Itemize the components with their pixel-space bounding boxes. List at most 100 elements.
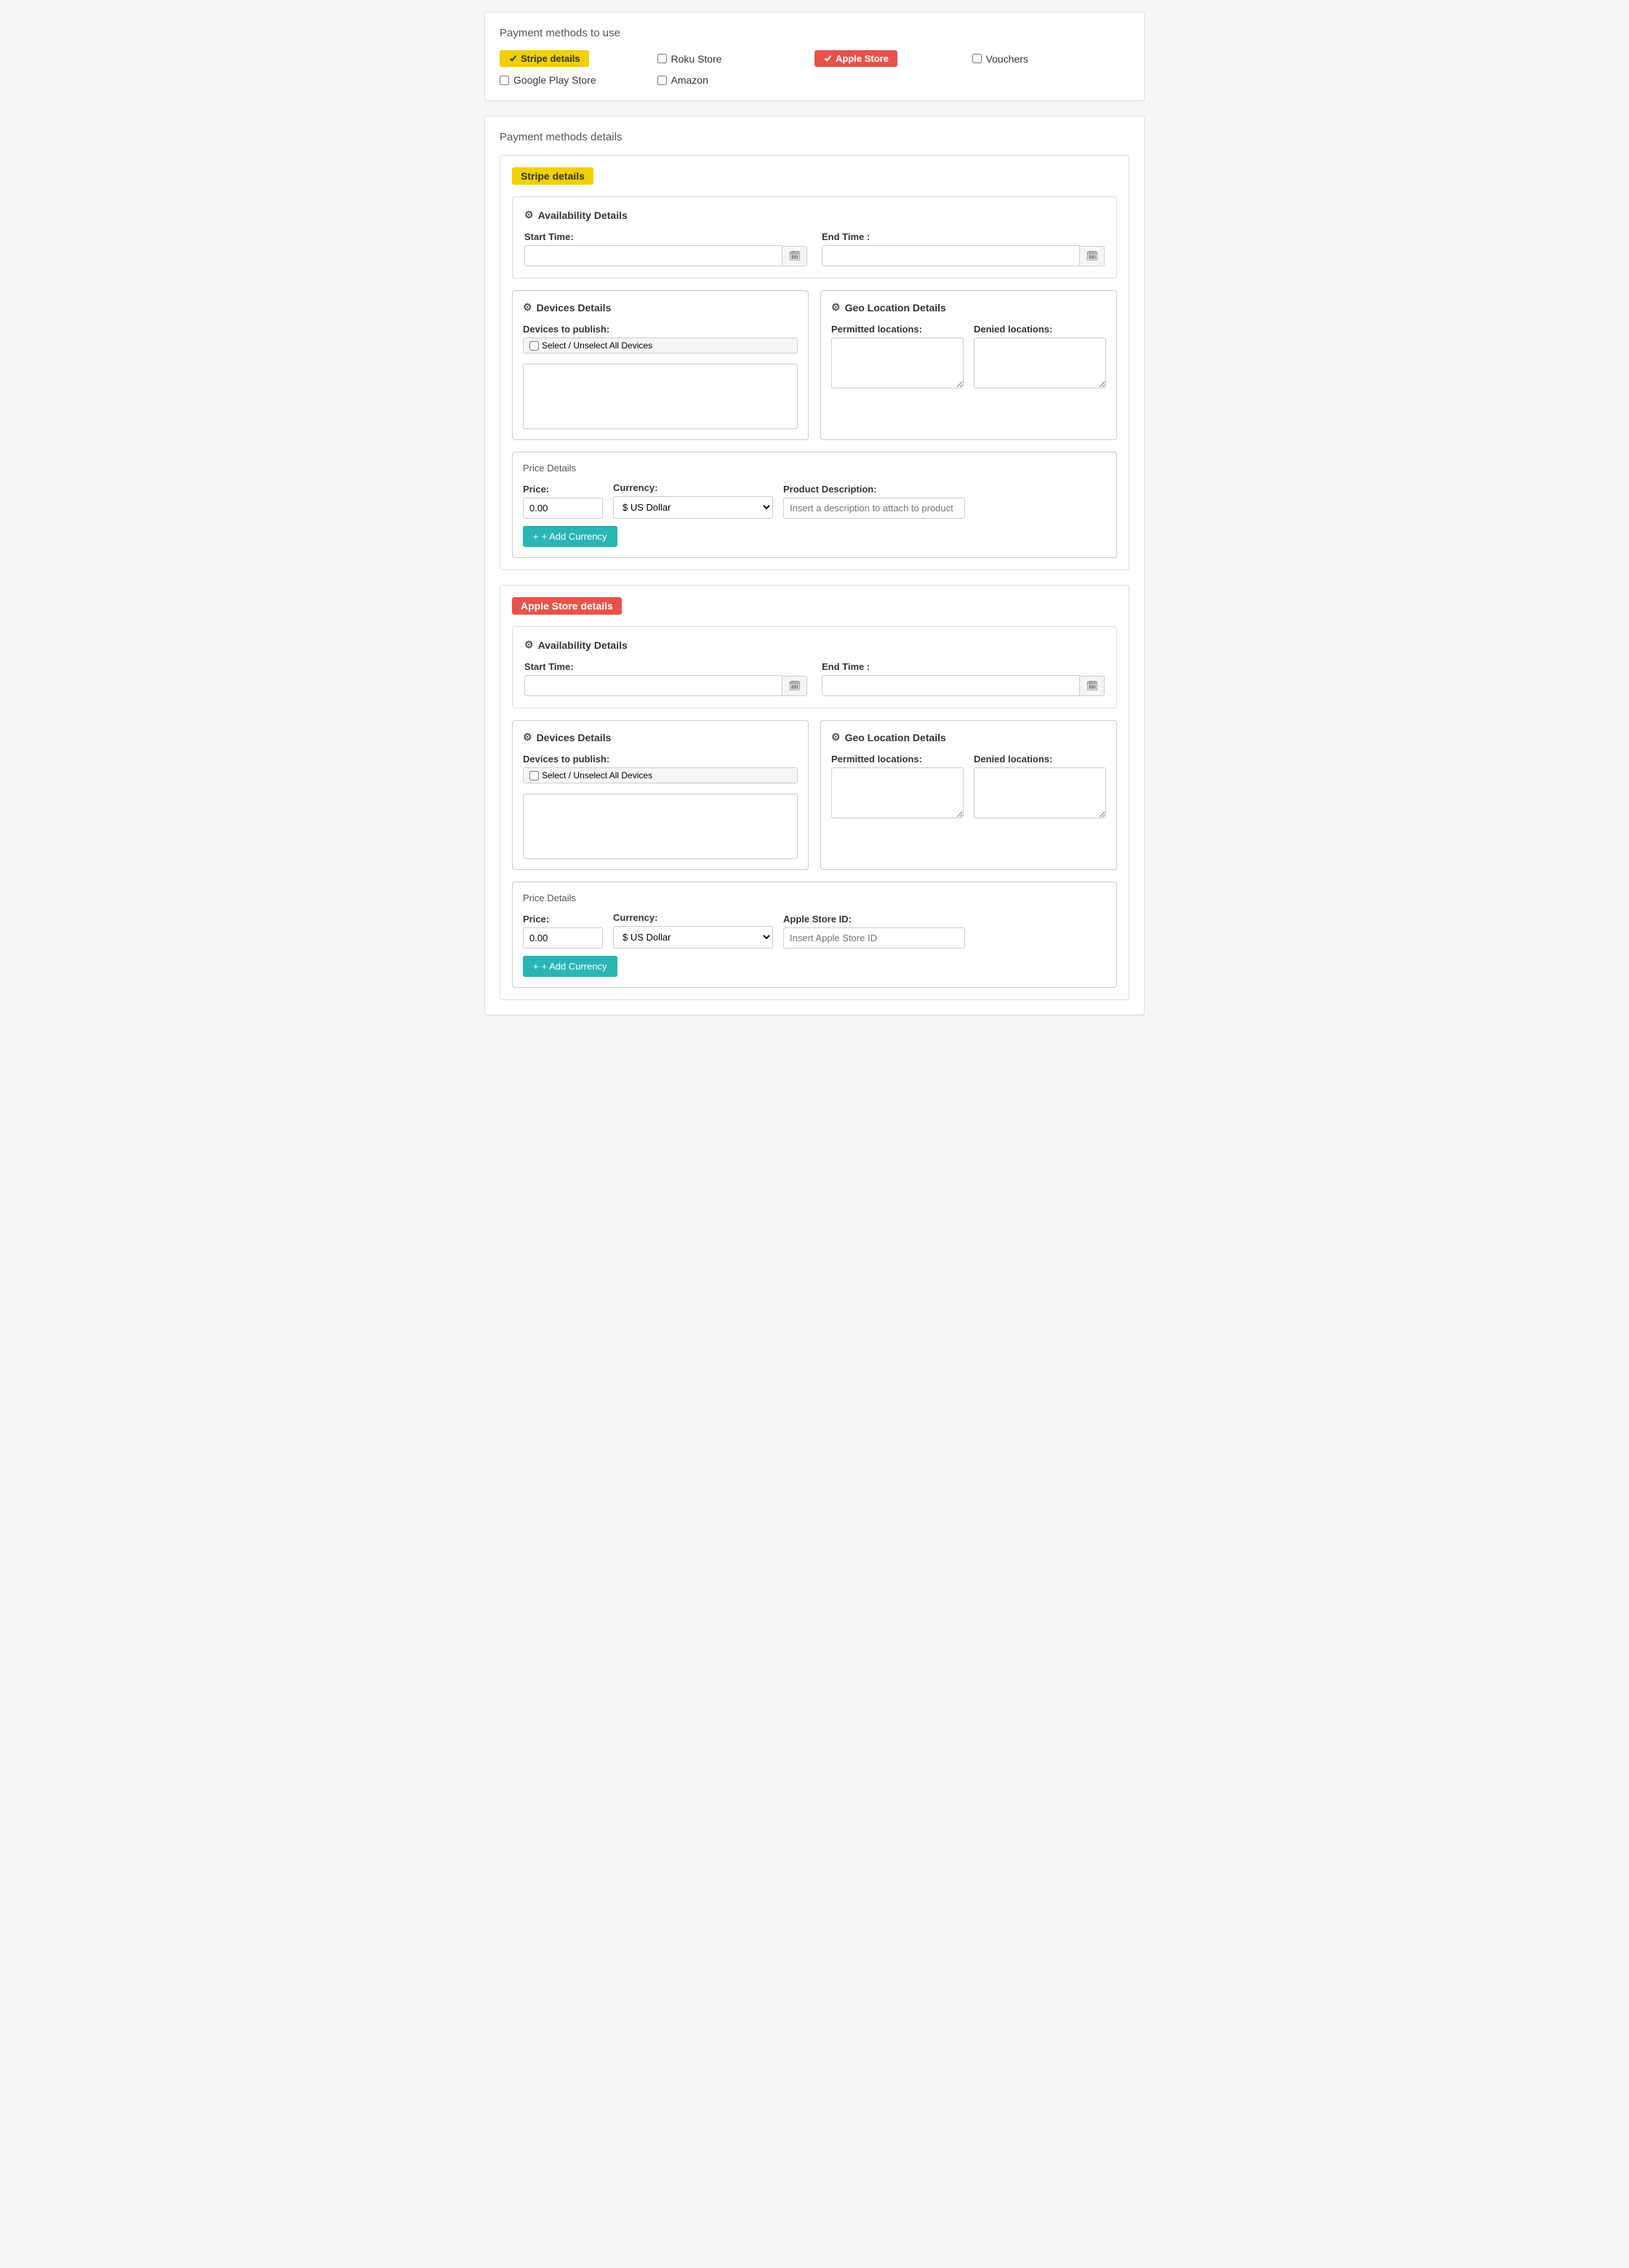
google-checkbox[interactable] [500,76,509,85]
apple-end-time-input[interactable] [822,675,1080,696]
apple-denied-textarea[interactable] [974,767,1106,818]
stripe-select-all-checkbox[interactable] [529,341,539,351]
vouchers-checkbox[interactable] [972,54,982,63]
google-label: Google Play Store [513,74,596,86]
apple-end-time-input-wrap: 🗓 [822,675,1105,696]
amazon-checkbox[interactable] [657,76,667,85]
stripe-devices-group: Devices to publish: Select / Unselect Al… [523,324,798,429]
stripe-add-currency-btn[interactable]: + + Add Currency [523,526,617,547]
stripe-badge[interactable]: Stripe details [500,50,589,67]
stripe-end-time-input[interactable] [822,245,1080,266]
roku-label: Roku Store [671,53,722,65]
apple-select-all-btn[interactable]: Select / Unselect All Devices [523,767,798,783]
apple-details-badge: Apple Store details [512,597,622,615]
apple-denied-group: Denied locations: [974,754,1106,820]
roku-method-item: Roku Store [657,50,815,67]
apple-details-container: Apple Store details ⚙ Availability Detai… [500,585,1129,1000]
stripe-price-title: Price Details [523,463,1106,474]
apple-price-row: Price: Currency: $ US Dollar Apple Store… [523,912,1106,949]
gear-icon-stripe-dev: ⚙ [523,301,532,314]
gear-icon-apple-geo: ⚙ [831,731,841,743]
payment-methods-list: Stripe details Roku Store Apple Store Vo… [500,50,1129,86]
apple-permitted-textarea[interactable] [831,767,964,818]
apple-currency-group: Currency: $ US Dollar [613,912,773,949]
apple-geo-section: ⚙ Geo Location Details Permitted locatio… [820,720,1117,870]
stripe-start-time-input[interactable] [524,245,783,266]
stripe-geo-boxes: Permitted locations: Denied locations: [831,324,1106,391]
stripe-price-input[interactable] [523,498,603,519]
apple-price-title: Price Details [523,893,1106,903]
stripe-description-label: Product Description: [783,484,965,495]
apple-price-section: Price Details Price: Currency: $ US Doll… [512,882,1117,988]
apple-store-id-group: Apple Store ID: [783,914,965,949]
vouchers-method-item: Vouchers [972,50,1130,67]
stripe-geo-section: ⚙ Geo Location Details Permitted locatio… [820,290,1117,440]
stripe-permitted-group: Permitted locations: [831,324,964,391]
stripe-geo-title: ⚙ Geo Location Details [831,301,1106,314]
amazon-label: Amazon [671,74,708,86]
apple-permitted-group: Permitted locations: [831,754,964,820]
stripe-currency-group: Currency: $ US Dollar [613,482,773,519]
apple-store-id-input[interactable] [783,927,965,949]
apple-price-input[interactable] [523,927,603,949]
google-method-item: Google Play Store [500,74,657,86]
stripe-price-row: Price: Currency: $ US Dollar Product Des… [523,482,1106,519]
apple-currency-select[interactable]: $ US Dollar [613,926,773,949]
amazon-method-item: Amazon [657,74,815,86]
apple-select-all-checkbox[interactable] [529,771,539,780]
stripe-select-all-btn[interactable]: Select / Unselect All Devices [523,338,798,354]
stripe-description-input[interactable] [783,498,965,519]
apple-badge[interactable]: Apple Store [814,50,897,67]
stripe-currency-select[interactable]: $ US Dollar [613,496,773,519]
stripe-end-time-label: End Time : [822,231,1105,242]
apple-end-time-label: End Time : [822,661,1105,672]
apple-end-calendar-btn[interactable]: 🗓 [1080,676,1105,696]
apple-start-time-input-wrap: 🗓 [524,675,807,696]
apple-devices-list [523,794,798,859]
apple-devices-group: Devices to publish: Select / Unselect Al… [523,754,798,859]
apple-end-time-group: End Time : 🗓 [822,661,1105,696]
apple-price-group: Price: [523,914,603,949]
stripe-time-row: Start Time: 🗓 End Time : 🗓 [524,231,1105,266]
apple-price-label: Price: [523,914,603,925]
stripe-checkbox[interactable] [508,54,518,63]
stripe-price-group: Price: [523,484,603,519]
stripe-denied-label: Denied locations: [974,324,1106,335]
stripe-permitted-textarea[interactable] [831,338,964,388]
apple-devices-label: Devices to publish: [523,754,798,764]
stripe-description-group: Product Description: [783,484,965,519]
roku-checkbox[interactable] [657,54,667,63]
apple-add-currency-btn[interactable]: + + Add Currency [523,956,617,977]
payment-methods-title: Payment methods to use [500,27,1129,39]
stripe-end-calendar-btn[interactable]: 🗓 [1080,246,1105,266]
apple-checkbox[interactable] [823,54,833,63]
payment-details-title: Payment methods details [500,131,1129,143]
stripe-start-time-input-wrap: 🗓 [524,245,807,266]
stripe-denied-textarea[interactable] [974,338,1106,388]
apple-devices-title: ⚙ Devices Details [523,731,798,743]
apple-currency-label: Currency: [613,912,773,923]
apple-add-currency-plus: + [533,961,539,972]
gear-icon-apple-avail: ⚙ [524,639,534,651]
vouchers-label: Vouchers [986,53,1028,65]
apple-method-item: Apple Store [814,50,972,67]
apple-denied-label: Denied locations: [974,754,1106,764]
apple-permitted-label: Permitted locations: [831,754,964,764]
apple-start-time-input[interactable] [524,675,783,696]
stripe-price-label: Price: [523,484,603,495]
apple-devices-geo-row: ⚙ Devices Details Devices to publish: Se… [512,720,1117,870]
stripe-details-container: Stripe details ⚙ Availability Details St… [500,155,1129,570]
apple-start-calendar-btn[interactable]: 🗓 [783,676,807,696]
stripe-end-time-group: End Time : 🗓 [822,231,1105,266]
stripe-start-calendar-btn[interactable]: 🗓 [783,246,807,266]
payment-methods-section: Payment methods to use Stripe details Ro… [484,12,1145,101]
stripe-currency-label: Currency: [613,482,773,493]
gear-icon-apple-dev: ⚙ [523,731,532,743]
stripe-permitted-label: Permitted locations: [831,324,964,335]
apple-start-time-group: Start Time: 🗓 [524,661,807,696]
stripe-availability-title: ⚙ Availability Details [524,209,1105,221]
stripe-end-time-input-wrap: 🗓 [822,245,1105,266]
stripe-denied-group: Denied locations: [974,324,1106,391]
apple-availability-section: ⚙ Availability Details Start Time: 🗓 End… [512,626,1117,708]
gear-icon-stripe-geo: ⚙ [831,301,841,314]
